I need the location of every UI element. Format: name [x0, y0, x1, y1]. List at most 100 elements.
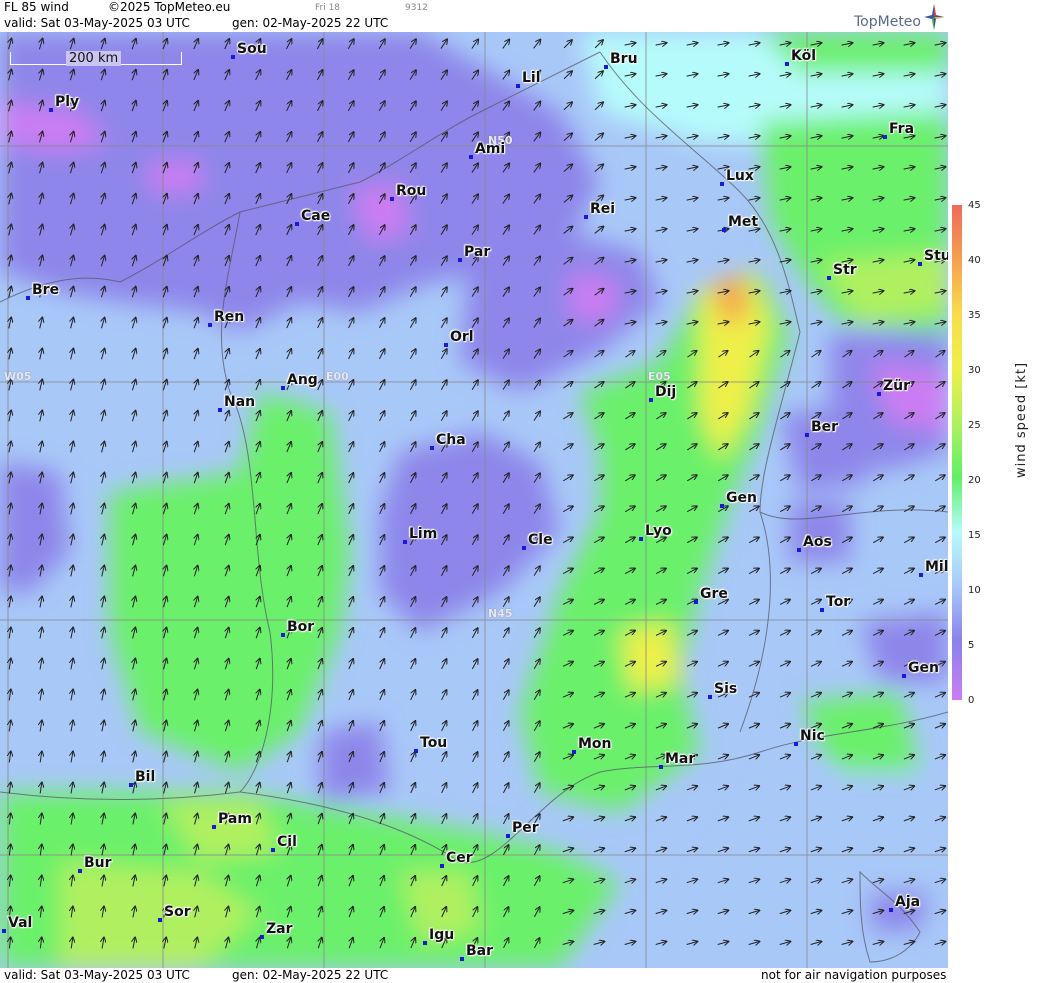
city-label: Par — [464, 244, 491, 260]
legend-tick: 5 — [968, 640, 975, 651]
city-dot-icon — [469, 155, 473, 159]
city-dot-icon — [295, 222, 299, 226]
wind-map[interactable]: 200 km N50 N45 E00 E05 W05 Sou Bru Köl L… — [0, 32, 948, 968]
city-label: Lux — [726, 168, 754, 184]
generation-time: gen: 02-May-2025 22 UTC — [232, 16, 389, 30]
city-label: Fra — [889, 121, 915, 137]
logo-text: TopMeteo — [854, 14, 921, 30]
city-dot-icon — [572, 750, 576, 754]
grid-label-e00: E00 — [326, 370, 349, 383]
city-dot-icon — [877, 392, 881, 396]
valid-time: valid: Sat 03-May-2025 03 UTC — [4, 16, 190, 30]
city-dot-icon — [218, 408, 222, 412]
grid-label-w05: W05 — [4, 370, 32, 383]
footer-generation-time: gen: 02-May-2025 22 UTC — [232, 968, 389, 982]
city-label: Gen — [726, 490, 757, 506]
city-label: Cer — [446, 850, 473, 866]
legend-tick: 30 — [968, 365, 981, 376]
city-dot-icon — [281, 386, 285, 390]
city-label: Stu — [924, 248, 948, 264]
city-label: Lil — [522, 70, 541, 86]
city-dot-icon — [506, 834, 510, 838]
city-label: Ply — [55, 94, 80, 110]
city-label: Tou — [420, 735, 448, 751]
city-dot-icon — [720, 504, 724, 508]
city-label: Met — [728, 214, 759, 230]
city-dot-icon — [231, 55, 235, 59]
city-dot-icon — [720, 182, 724, 186]
city-label: Nan — [224, 394, 256, 410]
city-dot-icon — [794, 742, 798, 746]
grid-label-e05: E05 — [648, 370, 671, 383]
city-dot-icon — [902, 674, 906, 678]
city-label: Bre — [32, 282, 60, 298]
legend-tick: 45 — [968, 200, 981, 211]
city-dot-icon — [694, 600, 698, 604]
city-label: Mon — [578, 736, 612, 752]
wind-speed-color-scale — [952, 205, 962, 700]
city-dot-icon — [522, 546, 526, 550]
city-label: Bar — [466, 943, 494, 959]
city-label: Cle — [528, 532, 553, 548]
city-label: Nic — [800, 728, 825, 744]
city-label: Rei — [590, 201, 616, 217]
city-dot-icon — [460, 957, 464, 961]
city-dot-icon — [403, 540, 407, 544]
city-label: Ami — [475, 141, 506, 157]
legend-tick: 15 — [968, 530, 981, 541]
city-label: Köl — [791, 48, 817, 64]
city-dot-icon — [820, 608, 824, 612]
legend-tick: 35 — [968, 310, 981, 321]
city-dot-icon — [919, 573, 923, 577]
day-label: Fri 18 — [315, 3, 341, 13]
city-label: Zür — [883, 378, 911, 394]
city-dot-icon — [440, 864, 444, 868]
city-dot-icon — [604, 65, 608, 69]
footer-valid-time: valid: Sat 03-May-2025 03 UTC — [4, 968, 190, 982]
city-label: Sis — [714, 681, 738, 697]
city-dot-icon — [49, 108, 53, 112]
city-label: Sor — [164, 904, 191, 920]
city-label: Gen — [908, 660, 939, 676]
city-label: Cae — [301, 208, 331, 224]
city-label: Lyo — [645, 523, 672, 539]
city-dot-icon — [26, 296, 30, 300]
city-dot-icon — [212, 825, 216, 829]
city-label: Rou — [396, 183, 427, 199]
city-dot-icon — [722, 228, 726, 232]
city-dot-icon — [430, 446, 434, 450]
legend-tick: 25 — [968, 420, 981, 431]
city-dot-icon — [659, 765, 663, 769]
city-label: Lim — [409, 526, 438, 542]
city-dot-icon — [458, 258, 462, 262]
legend-tick: 0 — [968, 695, 975, 706]
city-label: Igu — [429, 927, 455, 943]
footer-bar: valid: Sat 03-May-2025 03 UTC gen: 02-Ma… — [0, 968, 948, 983]
copyright-text: ©2025 TopMeteo.eu — [108, 0, 231, 14]
legend-tick: 20 — [968, 475, 981, 486]
city-label: Str — [833, 262, 857, 278]
city-label: Cil — [277, 834, 297, 850]
city-dot-icon — [78, 869, 82, 873]
product-title: FL 85 wind — [4, 0, 69, 14]
legend-tick: 10 — [968, 585, 981, 596]
city-label: Mar — [665, 751, 696, 767]
city-label: Bor — [287, 619, 315, 635]
header-bar: FL 85 wind ©2025 TopMeteo.eu valid: Sat … — [0, 0, 948, 32]
city-label: Orl — [450, 329, 474, 345]
city-dot-icon — [708, 695, 712, 699]
topmeteo-logo: TopMeteo — [852, 4, 944, 30]
city-dot-icon — [281, 633, 285, 637]
wind-field — [0, 32, 948, 968]
compass-star-icon — [924, 4, 944, 30]
city-dot-icon — [883, 135, 887, 139]
city-label: Bil — [135, 769, 156, 785]
city-dot-icon — [271, 848, 275, 852]
city-dot-icon — [2, 929, 6, 933]
city-label: Aos — [803, 534, 832, 550]
city-dot-icon — [584, 215, 588, 219]
city-dot-icon — [414, 749, 418, 753]
city-dot-icon — [639, 537, 643, 541]
city-dot-icon — [390, 197, 394, 201]
city-label: Per — [512, 820, 539, 836]
